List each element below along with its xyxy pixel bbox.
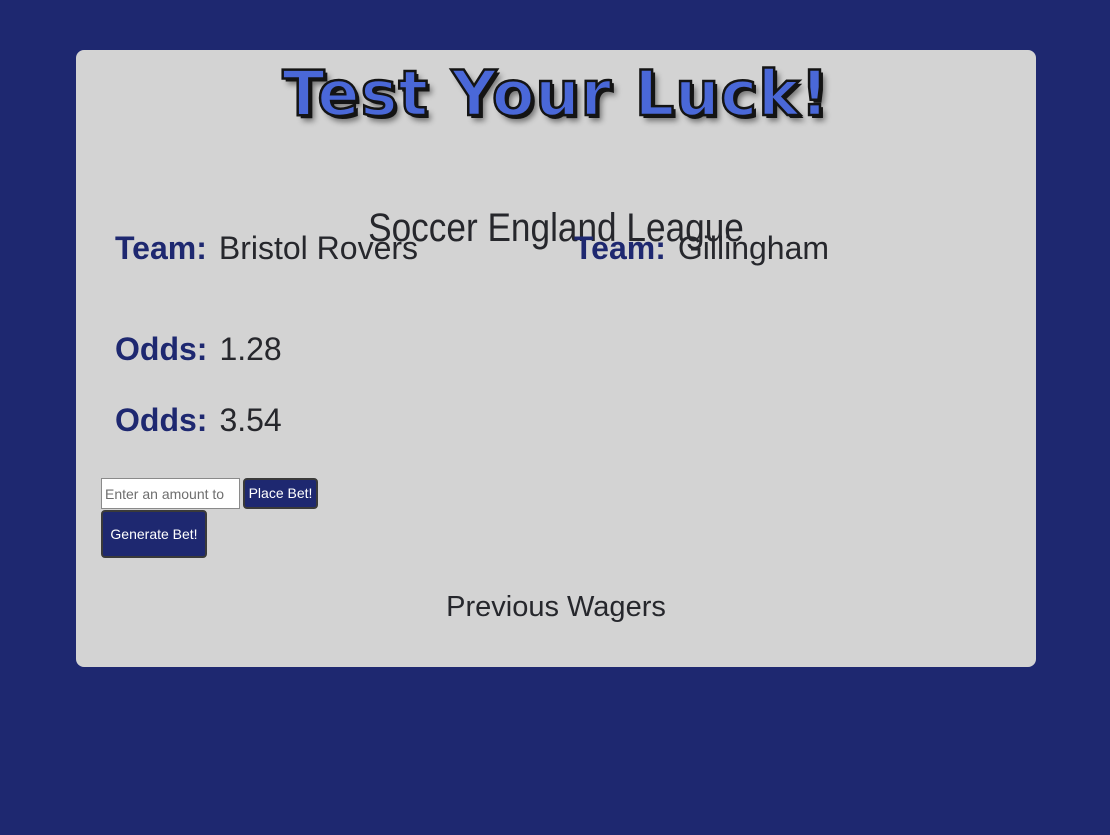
odds-1-label: Odds: xyxy=(115,331,208,367)
page-title: Test Your Luck! xyxy=(281,56,830,131)
odds-2-label: Odds: xyxy=(115,402,208,438)
generate-bet-button[interactable]: Generate Bet! xyxy=(101,510,207,558)
odds-2-value: 3.54 xyxy=(219,402,282,438)
team-2-row: Team: Gillingham xyxy=(574,228,829,268)
team-1-row: Team: Bristol Rovers xyxy=(115,228,418,268)
odds-1-row: Odds: 1.28 xyxy=(115,329,282,369)
bet-amount-input[interactable] xyxy=(101,478,240,509)
team-1-name: Bristol Rovers xyxy=(218,230,419,266)
team-1-label: Team: xyxy=(115,230,207,266)
odds-2-row: Odds: 3.54 xyxy=(115,400,282,440)
team-2-name: Gillingham xyxy=(677,230,830,266)
betting-card: Test Your Luck! Soccer England League Te… xyxy=(76,50,1036,667)
previous-wagers-heading: Previous Wagers xyxy=(446,591,666,623)
place-bet-button[interactable]: Place Bet! xyxy=(243,478,318,509)
team-2-label: Team: xyxy=(574,230,666,266)
odds-1-value: 1.28 xyxy=(219,331,282,367)
